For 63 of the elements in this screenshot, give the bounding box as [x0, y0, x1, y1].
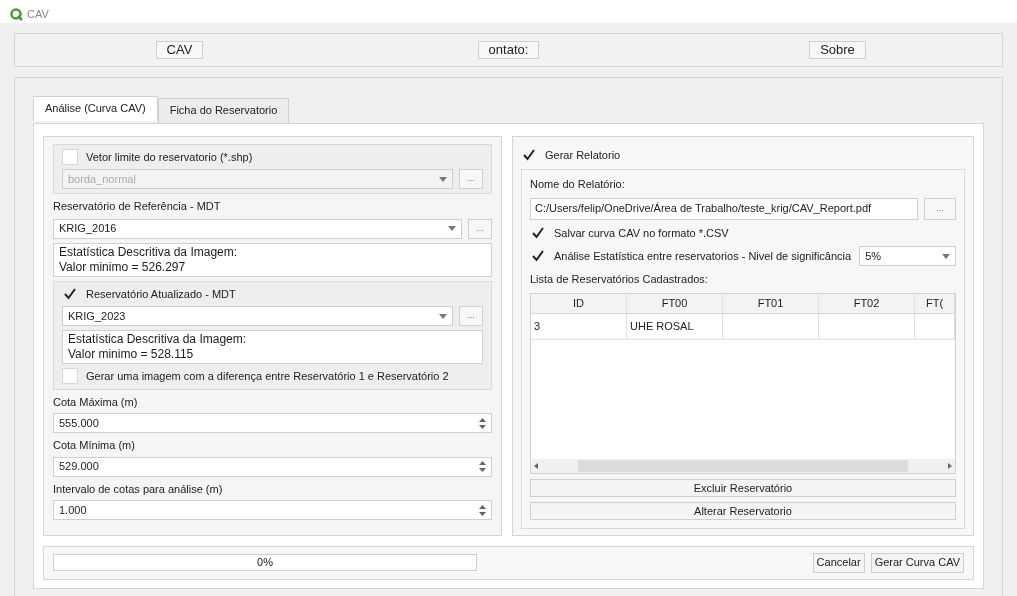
dropdown-caret-icon	[448, 226, 456, 231]
spin-arrows-icon	[479, 461, 486, 472]
action-button[interactable]: Cancelar	[812, 552, 865, 573]
checkmark-icon	[532, 250, 544, 262]
spin-box[interactable]: 1.000	[53, 500, 492, 520]
spin-box[interactable]: 529.000	[53, 456, 492, 477]
dropdown-caret-icon	[942, 253, 950, 259]
field-label: Lista de Reservatórios Cadastrados:	[530, 272, 709, 287]
column-header[interactable]: ID	[531, 293, 627, 313]
table-cell-text: UHE ROSAL	[630, 318, 694, 334]
reservoir-button[interactable]: Alterar Reservatorio	[530, 501, 956, 520]
checkbox[interactable]	[62, 148, 78, 165]
dropdown[interactable]: 5%	[859, 246, 956, 266]
spin-box[interactable]: 555.000	[53, 413, 492, 433]
checkmark-icon	[64, 287, 76, 300]
spin-arrows-icon	[479, 504, 486, 516]
field-label: Intervalo de cotas para análise (m)	[53, 481, 224, 497]
checkbox[interactable]	[62, 368, 78, 385]
checkmark-icon	[532, 226, 544, 239]
field-label: Reservatório de Referência - MDT	[53, 199, 222, 214]
reservoir-button[interactable]: Excluir Reservatório	[530, 478, 956, 497]
scroll-right-icon	[948, 462, 952, 469]
checkbox-label: Gerar uma imagem com a diferença entre Reservatório 1 e Reservatório 2	[86, 369, 449, 384]
top-nav-button[interactable]: ontato:	[477, 40, 540, 59]
browse-button[interactable]: ...	[924, 197, 956, 220]
field-label: Cota Mínima (m)	[53, 438, 136, 453]
checkbox-label: Reservatório Atualizado - MDT	[86, 286, 236, 302]
table-cell-text: 3	[534, 318, 541, 334]
column-header[interactable]: FT01	[723, 293, 819, 313]
statistics-line: Valor minimo = 528.115	[68, 347, 195, 362]
top-nav-button[interactable]: Sobre	[809, 40, 866, 59]
tab[interactable]: Ficha do Reservatorio	[157, 97, 290, 123]
progress-text: 0%	[257, 555, 273, 571]
statistics-line: Valor minimo = 526.297	[59, 259, 187, 275]
checkbox-label: Análise Estatística entre reservatorios - Nivel de significância	[554, 248, 852, 264]
browse-button[interactable]: ...	[468, 218, 492, 239]
checkmark-icon	[523, 148, 535, 161]
action-button[interactable]: Gerar Curva CAV	[870, 552, 964, 573]
report-path-field[interactable]: C:/Users/felip/OneDrive/Área de Trabalho/teste_krig/CAV_Report.pdf	[530, 197, 918, 220]
dropdown[interactable]: KRIG_2023	[62, 306, 453, 326]
app-logo-icon	[10, 7, 23, 21]
checkbox-label: Gerar Relatorio	[545, 147, 621, 163]
scrollbar-thumb[interactable]	[578, 459, 908, 472]
browse-button[interactable]: ...	[459, 169, 483, 189]
top-nav-button[interactable]: CAV	[155, 40, 204, 59]
checkbox[interactable]	[530, 248, 546, 264]
window-title: CAV	[27, 7, 49, 22]
browse-button[interactable]: ...	[459, 306, 483, 326]
dropdown-caret-icon	[439, 313, 447, 319]
scroll-left-icon	[534, 462, 538, 469]
dropdown[interactable]: KRIG_2016	[53, 218, 462, 239]
column-header[interactable]: FT00	[627, 293, 723, 313]
tab[interactable]: Análise (Curva CAV)	[33, 95, 158, 121]
checkbox-label: Salvar curva CAV no formato *.CSV	[554, 225, 729, 241]
column-header[interactable]: FT02	[819, 293, 915, 313]
column-header[interactable]: FT(	[915, 293, 955, 313]
spin-arrows-icon	[479, 417, 486, 429]
field-label: Nome do Relatório:	[530, 177, 626, 192]
checkbox-label: Vetor limite do reservatorio (*.shp)	[86, 149, 253, 165]
dropdown-caret-icon	[439, 176, 447, 182]
statistics-line: Estatística Descritiva da Imagem:	[59, 244, 239, 260]
statistics-line: Estatística Descritiva da Imagem:	[68, 332, 248, 347]
field-label: Cota Máxima (m)	[53, 394, 139, 410]
